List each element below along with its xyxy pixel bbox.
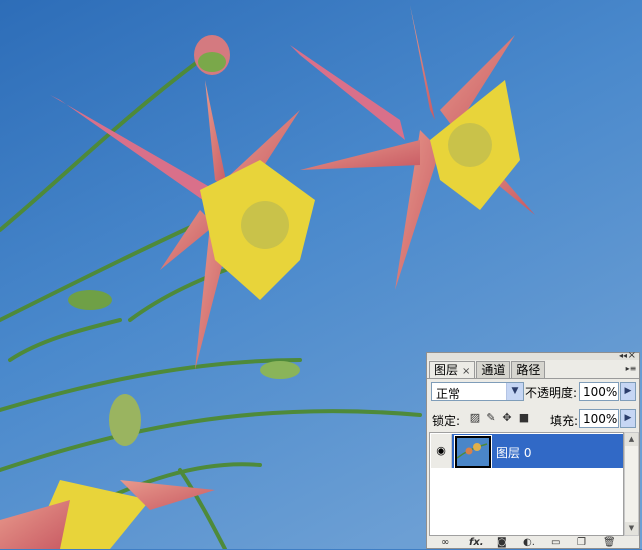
fill-slider-icon[interactable]: ▶ [620,409,636,428]
lock-label: 锁定: [432,414,461,428]
panel-menu-icon[interactable]: ▸≡ [625,363,637,375]
layer-scrollbar[interactable]: ▲ ▼ [624,432,639,536]
tab-divider [427,378,639,379]
scroll-up-icon[interactable]: ▲ [625,433,638,446]
tab-close-icon[interactable]: × [462,366,470,377]
fx-icon[interactable]: fx. [469,537,484,549]
layer-thumbnail [454,435,492,469]
tab-label: 图层 [434,363,459,377]
layers-panel: ◂◂ × 图层 × 通道 路径 ▸≡ 正常 ▼ 不透明度: 100% ▶ 锁定: … [426,350,640,550]
tab-layers[interactable]: 图层 × [429,361,476,379]
link-icon[interactable]: ∞ [441,537,449,549]
scroll-down-icon[interactable]: ▼ [625,522,638,535]
fill-input[interactable]: 100% [579,409,619,428]
blend-mode-value: 正常 [436,387,461,401]
layer-row[interactable]: ◉ 图层 0 [430,433,623,469]
opacity-slider-icon[interactable]: ▶ [620,382,636,401]
layer-selected[interactable]: 图层 0 [452,434,623,469]
lock-brush-icon[interactable]: ✎ [485,411,497,425]
layer-name: 图层 0 [496,446,532,460]
eye-icon[interactable]: ◉ [431,434,452,468]
new-layer-icon[interactable]: ❐ [577,537,586,549]
tab-channels[interactable]: 通道 [476,361,511,378]
blend-mode-select[interactable]: 正常 ▼ [431,382,524,401]
collapse-icon[interactable]: ◂◂ [619,351,627,360]
close-icon[interactable]: × [628,350,636,361]
tab-label: 通道 [481,363,506,377]
lock-transparency-icon[interactable]: ▨ [469,411,481,425]
adjustment-icon[interactable]: ◐. [523,537,535,549]
trash-icon[interactable]: 🗑 [603,537,616,549]
mask-icon[interactable]: ◙ [497,537,507,549]
layer-list: ◉ 图层 0 [429,432,624,536]
lock-move-icon[interactable]: ✥ [501,411,513,425]
tab-paths[interactable]: 路径 [511,361,546,378]
chevron-down-icon[interactable]: ▼ [506,383,523,400]
panel-title-bar[interactable] [427,353,639,360]
fill-label: 填充: [550,414,579,428]
panel-tabs: 图层 × 通道 路径 [429,361,546,379]
opacity-input[interactable]: 100% [579,382,619,401]
lock-all-icon[interactable]: ■ [518,411,530,425]
folder-icon[interactable]: ▭ [551,537,560,549]
opacity-label: 不透明度: [525,386,578,400]
layer-toolbar: ∞ fx. ◙ ◐. ▭ ❐ 🗑 [427,537,639,550]
tab-label: 路径 [516,363,541,377]
